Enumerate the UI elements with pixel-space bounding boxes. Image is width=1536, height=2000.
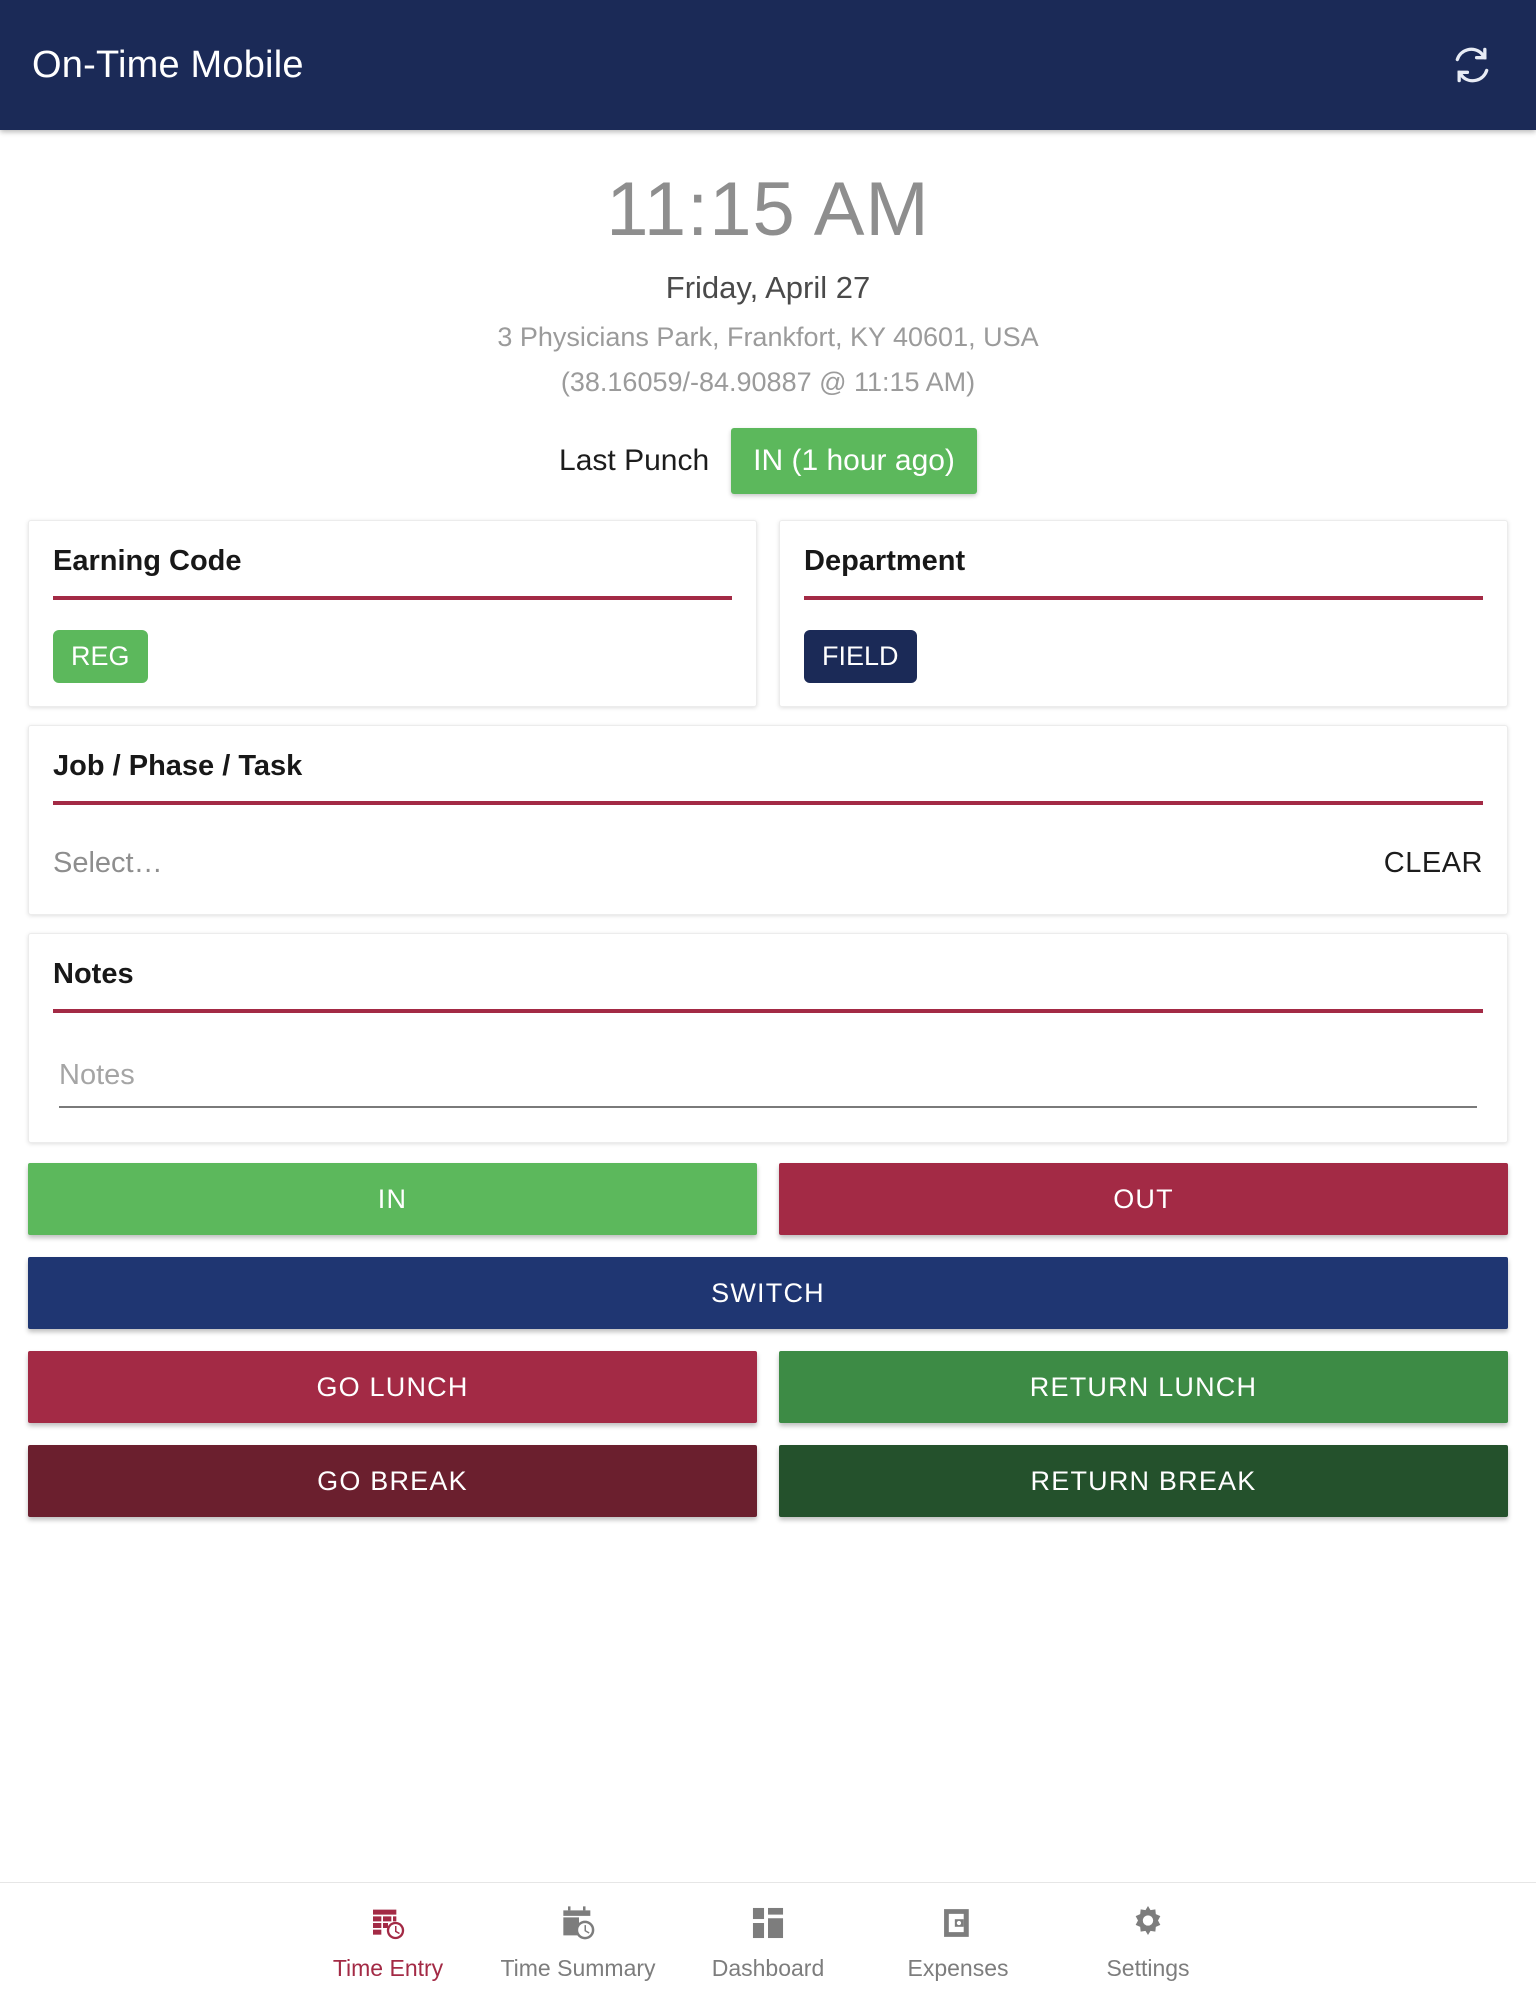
job-phase-task-placeholder: Select… [53, 847, 163, 879]
department-chip-row: FIELD [794, 628, 1493, 684]
nav-item-time-entry[interactable]: Time Entry [293, 1901, 483, 1982]
nav-label-expenses: Expenses [907, 1955, 1009, 1981]
calendar-clock-outline-icon [558, 1901, 598, 1945]
wallet-icon [939, 1901, 977, 1945]
department-card: Department FIELD [779, 520, 1508, 707]
go-lunch-button[interactable]: GO LUNCH [28, 1351, 757, 1423]
department-title: Department [804, 545, 966, 577]
nav-label-settings: Settings [1106, 1955, 1190, 1981]
break-row: GO BREAK RETURN BREAK [28, 1445, 1508, 1517]
return-lunch-button[interactable]: RETURN LUNCH [779, 1351, 1508, 1423]
app-root: On-Time Mobile 11:15 AM Friday, April 27… [0, 0, 1536, 2000]
punch-in-button[interactable]: IN [28, 1163, 757, 1235]
in-out-row: IN OUT [28, 1163, 1508, 1235]
calendar-clock-icon [368, 1901, 408, 1945]
current-date: Friday, April 27 [665, 270, 871, 305]
job-phase-task-clear-button[interactable]: CLEAR [1384, 847, 1483, 880]
job-phase-task-select-row[interactable]: Select… CLEAR [43, 847, 1493, 892]
current-address: 3 Physicians Park, Frankfort, KY 40601, … [497, 322, 1039, 352]
earning-code-chip-row: REG [43, 628, 742, 684]
earning-code-title: Earning Code [53, 545, 242, 577]
job-phase-task-divider [53, 801, 1483, 805]
lunch-row: GO LUNCH RETURN LUNCH [28, 1351, 1508, 1423]
nav-item-settings[interactable]: Settings [1053, 1901, 1243, 1982]
notes-input[interactable] [59, 1059, 1477, 1092]
notes-title: Notes [53, 958, 134, 990]
notes-divider [53, 1009, 1483, 1013]
clock-panel: 11:15 AM Friday, April 27 3 Physicians P… [0, 130, 1536, 494]
dashboard-grid-icon [749, 1901, 787, 1945]
department-divider [804, 596, 1483, 600]
earning-code-divider [53, 596, 732, 600]
notes-card: Notes [28, 933, 1508, 1143]
app-header: On-Time Mobile [0, 0, 1536, 130]
earning-code-card: Earning Code REG [28, 520, 757, 707]
refresh-sync-icon[interactable] [1440, 33, 1504, 97]
action-buttons: IN OUT SWITCH GO LUNCH RETURN LUNCH GO B… [0, 1163, 1536, 1517]
earning-code-chip[interactable]: REG [53, 629, 148, 683]
job-phase-task-card: Job / Phase / Task Select… CLEAR [28, 725, 1508, 915]
last-punch-row: Last Punch IN (1 hour ago) [0, 428, 1536, 494]
last-punch-label: Last Punch [559, 444, 710, 477]
bottom-navigation: Time Entry Time Summary Dashboard Expens… [0, 1882, 1536, 2000]
cards-container: Earning Code REG Department FIELD Job / … [0, 520, 1536, 1143]
nav-item-time-summary[interactable]: Time Summary [483, 1901, 673, 1982]
nav-label-dashboard: Dashboard [711, 1955, 825, 1981]
last-punch-badge[interactable]: IN (1 hour ago) [731, 428, 977, 494]
current-time: 11:15 AM [606, 167, 930, 252]
app-title: On-Time Mobile [32, 43, 304, 86]
nav-item-dashboard[interactable]: Dashboard [673, 1901, 863, 1982]
earning-department-row: Earning Code REG Department FIELD [28, 520, 1508, 725]
current-coordinates: (38.16059/-84.90887 @ 11:15 AM) [560, 367, 976, 397]
go-break-button[interactable]: GO BREAK [28, 1445, 757, 1517]
nav-item-expenses[interactable]: Expenses [863, 1901, 1053, 1982]
nav-label-time-entry: Time Entry [332, 1955, 444, 1981]
notes-input-wrap [59, 1059, 1477, 1108]
job-phase-task-title: Job / Phase / Task [53, 750, 303, 782]
gear-icon [1128, 1901, 1168, 1945]
punch-out-button[interactable]: OUT [779, 1163, 1508, 1235]
return-break-button[interactable]: RETURN BREAK [779, 1445, 1508, 1517]
nav-label-time-summary: Time Summary [500, 1955, 656, 1981]
switch-button[interactable]: SWITCH [28, 1257, 1508, 1329]
switch-row: SWITCH [28, 1257, 1508, 1329]
page-content: 11:15 AM Friday, April 27 3 Physicians P… [0, 130, 1536, 2000]
department-chip[interactable]: FIELD [804, 629, 917, 683]
